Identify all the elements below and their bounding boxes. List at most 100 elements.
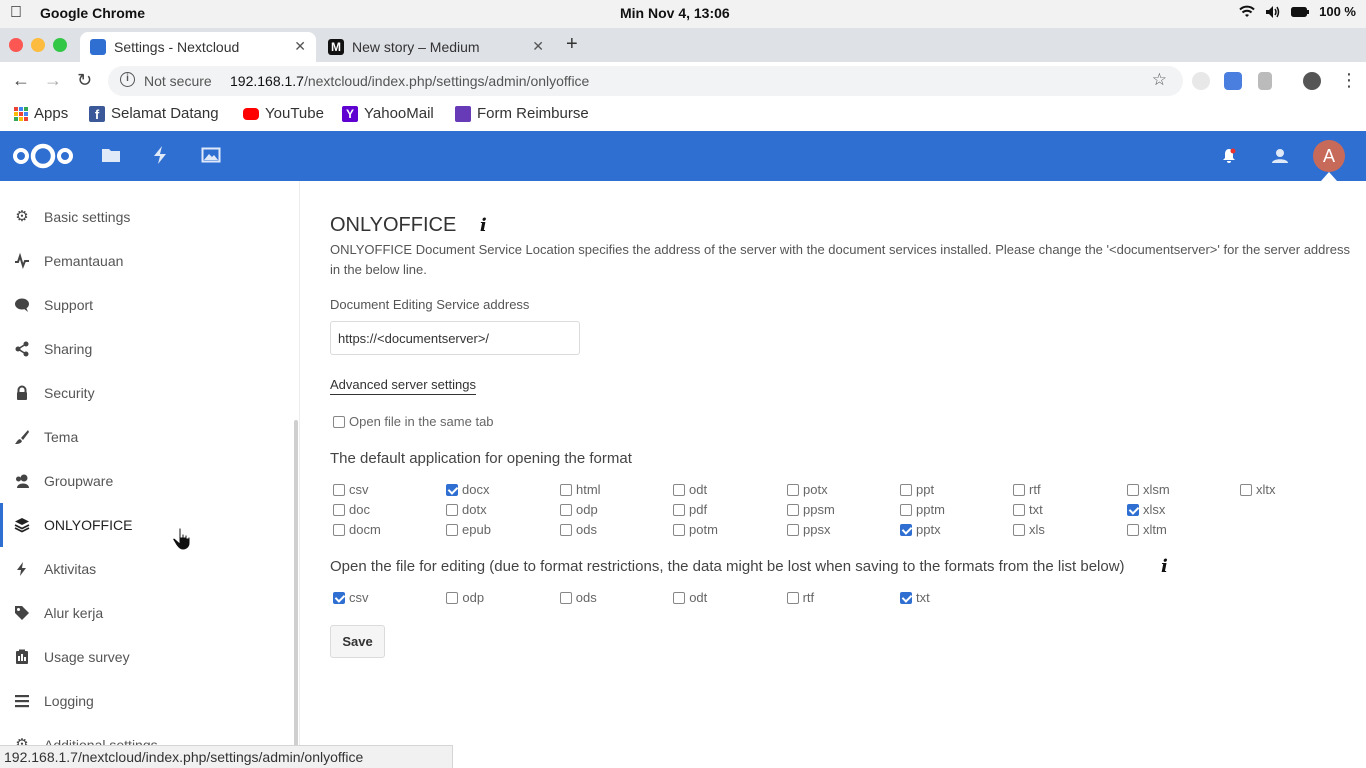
document-server-address-input[interactable]	[330, 321, 580, 355]
format-checkbox-ppsm[interactable]: ppsm	[787, 502, 835, 517]
close-tab-icon[interactable]: ✕	[532, 38, 544, 55]
format-checkbox-epub[interactable]: epub	[446, 522, 491, 537]
checkbox-box[interactable]	[1127, 503, 1139, 516]
checkbox-box[interactable]	[559, 591, 572, 604]
menu-kebab-icon[interactable]: ⋮	[1340, 70, 1358, 91]
format-checkbox-dotx[interactable]: dotx	[446, 502, 487, 517]
checkbox-box[interactable]	[900, 523, 912, 536]
info-icon[interactable]: i	[120, 72, 135, 87]
forward-arrow-icon[interactable]: →	[44, 70, 62, 91]
contacts-icon[interactable]	[1270, 148, 1288, 164]
format-checkbox-rtf[interactable]: rtf	[1013, 482, 1041, 497]
checkbox-box[interactable]	[787, 483, 799, 496]
same-tab-checkbox[interactable]: Open file in the same tab	[333, 414, 494, 429]
checkbox-box[interactable]	[446, 591, 459, 604]
tab-settings-nextcloud[interactable]: Settings - Nextcloud ✕	[80, 32, 316, 62]
format-checkbox-txt[interactable]: txt	[1013, 502, 1043, 517]
wifi-icon[interactable]	[1239, 5, 1255, 19]
checkbox-box[interactable]	[673, 591, 686, 604]
info-icon[interactable]: i	[480, 215, 487, 236]
sidebar-item-logging[interactable]: Logging	[0, 679, 296, 723]
format-checkbox-odt[interactable]: odt	[673, 590, 707, 605]
sidebar-item-sharing[interactable]: Sharing	[0, 327, 296, 371]
checkbox-box[interactable]	[673, 523, 685, 536]
checkbox-box[interactable]	[1013, 503, 1025, 516]
format-checkbox-docm[interactable]: docm	[333, 522, 381, 537]
battery-icon[interactable]	[1291, 6, 1310, 18]
close-window-button[interactable]	[9, 38, 23, 52]
format-checkbox-potm[interactable]: potm	[673, 522, 718, 537]
app-name[interactable]: Google Chrome	[40, 5, 145, 21]
back-arrow-icon[interactable]: ←	[12, 70, 30, 91]
format-checkbox-doc[interactable]: doc	[333, 502, 370, 517]
format-checkbox-xlsx[interactable]: xlsx	[1127, 502, 1165, 517]
sidebar-item-security[interactable]: Security	[0, 371, 296, 415]
extension-icon[interactable]	[1258, 72, 1272, 90]
checkbox-box[interactable]	[333, 483, 345, 496]
translate-extension-icon[interactable]	[1224, 72, 1242, 90]
checkbox-box[interactable]	[900, 483, 912, 496]
apple-icon[interactable]: 	[10, 4, 22, 22]
address-bar[interactable]: i Not secure 192.168.1.7/nextcloud/index…	[108, 66, 1183, 96]
checkbox-box[interactable]	[673, 503, 685, 516]
checkbox-box[interactable]	[560, 503, 572, 516]
close-tab-icon[interactable]: ✕	[294, 38, 306, 55]
checkbox-box[interactable]	[1127, 523, 1139, 536]
format-checkbox-pptm[interactable]: pptm	[900, 502, 945, 517]
format-checkbox-odp[interactable]: odp	[446, 590, 484, 605]
sidebar-item-groupware[interactable]: Groupware	[0, 459, 296, 503]
checkbox-box[interactable]	[446, 483, 458, 496]
sidebar-item-tema[interactable]: Tema	[0, 415, 296, 459]
advanced-server-settings-link[interactable]: Advanced server settings	[330, 377, 476, 395]
format-checkbox-ppsx[interactable]: ppsx	[787, 522, 830, 537]
bookmark-yahoomail[interactable]: Y YahooMail	[342, 105, 434, 122]
checkbox-box[interactable]	[1013, 483, 1025, 496]
format-checkbox-xltx[interactable]: xltx	[1240, 482, 1276, 497]
checkbox-box[interactable]	[560, 483, 572, 496]
sidebar-item-basic-settings[interactable]: ⚙ Basic settings	[0, 195, 296, 239]
reload-icon[interactable]: ↻	[77, 70, 92, 91]
photos-image-icon[interactable]	[201, 145, 221, 165]
new-tab-button[interactable]: +	[566, 33, 578, 56]
format-checkbox-potx[interactable]: potx	[787, 482, 828, 497]
sidebar-scrollbar[interactable]	[294, 420, 298, 750]
format-checkbox-xls[interactable]: xls	[1013, 522, 1045, 537]
save-button[interactable]: Save	[330, 625, 385, 658]
tab-medium[interactable]: M New story – Medium ✕	[318, 32, 554, 62]
checkbox-box[interactable]	[1127, 483, 1139, 496]
info-icon[interactable]: i	[1161, 556, 1168, 577]
format-checkbox-pdf[interactable]: pdf	[673, 502, 707, 517]
format-checkbox-odp[interactable]: odp	[560, 502, 598, 517]
checkbox-box[interactable]	[333, 523, 345, 536]
profile-extension-icon[interactable]	[1303, 72, 1321, 90]
activity-lightning-icon[interactable]	[152, 145, 168, 165]
sidebar-item-usage-survey[interactable]: Usage survey	[0, 635, 296, 679]
minimize-window-button[interactable]	[31, 38, 45, 52]
format-checkbox-odt[interactable]: odt	[673, 482, 707, 497]
format-checkbox-csv[interactable]: csv	[333, 482, 369, 497]
checkbox-box[interactable]	[1240, 483, 1252, 496]
checkbox-box[interactable]	[446, 523, 458, 536]
maximize-window-button[interactable]	[53, 38, 67, 52]
checkbox-box[interactable]	[900, 503, 912, 516]
checkbox-box[interactable]	[1013, 523, 1025, 536]
format-checkbox-rtf[interactable]: rtf	[786, 590, 814, 605]
files-folder-icon[interactable]	[101, 145, 121, 165]
sidebar-item-pemantauan[interactable]: Pemantauan	[0, 239, 296, 283]
extension-icon[interactable]	[1192, 72, 1210, 90]
format-checkbox-html[interactable]: html	[560, 482, 601, 497]
bookmark-selamat-datang[interactable]: f Selamat Datang	[89, 105, 219, 122]
checkbox-box[interactable]	[900, 591, 912, 604]
bookmark-apps[interactable]: Apps	[14, 105, 68, 122]
format-checkbox-csv[interactable]: csv	[333, 590, 369, 605]
sidebar-item-alur-kerja[interactable]: Alur kerja	[0, 591, 296, 635]
format-checkbox-xlsm[interactable]: xlsm	[1127, 482, 1170, 497]
format-checkbox-txt[interactable]: txt	[900, 590, 930, 605]
checkbox-box[interactable]	[333, 591, 345, 604]
checkbox-box[interactable]	[333, 503, 345, 516]
bookmark-form-reimburse[interactable]: Form Reimburse	[455, 105, 589, 122]
bookmark-star-icon[interactable]: ☆	[1152, 70, 1167, 90]
checkbox-box[interactable]	[673, 483, 685, 496]
checkbox-box[interactable]	[560, 523, 572, 536]
nextcloud-logo-icon[interactable]	[12, 143, 74, 169]
